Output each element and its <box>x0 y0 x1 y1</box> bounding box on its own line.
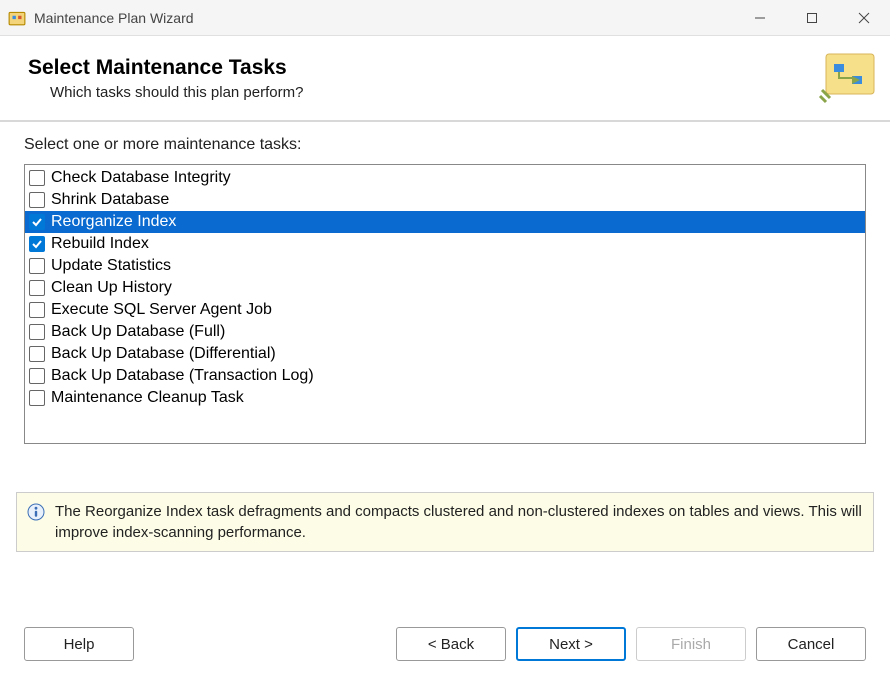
finish-button: Finish <box>636 627 746 661</box>
task-label: Back Up Database (Transaction Log) <box>51 366 861 386</box>
help-button[interactable]: Help <box>24 627 134 661</box>
task-label: Back Up Database (Differential) <box>51 344 861 364</box>
page-header: Select Maintenance Tasks Which tasks sho… <box>0 36 890 122</box>
task-checkbox[interactable] <box>29 236 45 252</box>
minimize-button[interactable] <box>734 0 786 36</box>
task-checkbox[interactable] <box>29 368 45 384</box>
wizard-header-icon <box>816 46 880 110</box>
tasks-list-label: Select one or more maintenance tasks: <box>24 136 866 154</box>
task-item[interactable]: Check Database Integrity <box>25 167 865 189</box>
task-checkbox[interactable] <box>29 258 45 274</box>
task-item[interactable]: Back Up Database (Full) <box>25 321 865 343</box>
content-area: Select one or more maintenance tasks: Ch… <box>0 122 890 444</box>
page-subtitle: Which tasks should this plan perform? <box>50 84 816 101</box>
cancel-button[interactable]: Cancel <box>756 627 866 661</box>
task-item[interactable]: Update Statistics <box>25 255 865 277</box>
task-checkbox[interactable] <box>29 390 45 406</box>
window-title: Maintenance Plan Wizard <box>34 10 194 26</box>
info-icon <box>27 503 45 521</box>
task-item[interactable]: Back Up Database (Transaction Log) <box>25 365 865 387</box>
task-checkbox[interactable] <box>29 192 45 208</box>
task-checkbox[interactable] <box>29 302 45 318</box>
task-label: Execute SQL Server Agent Job <box>51 300 861 320</box>
titlebar: Maintenance Plan Wizard <box>0 0 890 36</box>
back-button[interactable]: < Back <box>396 627 506 661</box>
app-icon <box>8 9 26 27</box>
info-text: The Reorganize Index task defragments an… <box>55 501 863 543</box>
task-label: Maintenance Cleanup Task <box>51 388 861 408</box>
button-bar: Help < Back Next > Finish Cancel <box>0 627 890 661</box>
task-item[interactable]: Execute SQL Server Agent Job <box>25 299 865 321</box>
task-checkbox[interactable] <box>29 214 45 230</box>
task-checkbox[interactable] <box>29 346 45 362</box>
tasks-listbox[interactable]: Check Database IntegrityShrink DatabaseR… <box>24 164 866 444</box>
close-button[interactable] <box>838 0 890 36</box>
next-button[interactable]: Next > <box>516 627 626 661</box>
task-checkbox[interactable] <box>29 280 45 296</box>
task-label: Rebuild Index <box>51 234 861 254</box>
task-label: Shrink Database <box>51 190 861 210</box>
info-panel: The Reorganize Index task defragments an… <box>16 492 874 552</box>
task-checkbox[interactable] <box>29 170 45 186</box>
task-item[interactable]: Shrink Database <box>25 189 865 211</box>
task-label: Clean Up History <box>51 278 861 298</box>
task-checkbox[interactable] <box>29 324 45 340</box>
wizard-window: Maintenance Plan Wizard Select Maintenan… <box>0 0 890 675</box>
task-label: Back Up Database (Full) <box>51 322 861 342</box>
task-item[interactable]: Back Up Database (Differential) <box>25 343 865 365</box>
task-item[interactable]: Clean Up History <box>25 277 865 299</box>
task-label: Update Statistics <box>51 256 861 276</box>
maximize-button[interactable] <box>786 0 838 36</box>
page-title: Select Maintenance Tasks <box>28 56 816 80</box>
task-item[interactable]: Reorganize Index <box>25 211 865 233</box>
task-item[interactable]: Maintenance Cleanup Task <box>25 387 865 409</box>
task-label: Check Database Integrity <box>51 168 861 188</box>
task-label: Reorganize Index <box>51 212 861 232</box>
task-item[interactable]: Rebuild Index <box>25 233 865 255</box>
